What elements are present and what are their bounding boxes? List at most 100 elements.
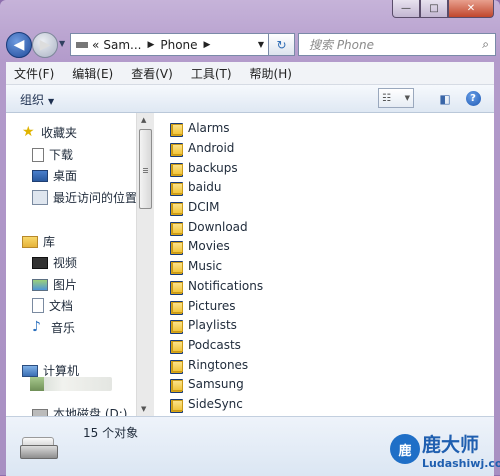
- nav-label: 最近访问的位置: [53, 191, 136, 205]
- list-item[interactable]: Ringtones: [170, 358, 249, 374]
- navigation-pane: ★收藏夹 下载 桌面 最近访问的位置 库 视频 图片 文档 ♪音乐 计算机: [6, 113, 136, 416]
- file-list: Alarms Android backups baidu DCIM Downlo…: [154, 113, 494, 416]
- list-item[interactable]: SideSync: [170, 397, 243, 413]
- item-count: 15 个对象: [83, 426, 139, 440]
- watermark-logo-icon: 鹿: [390, 434, 420, 464]
- folder-icon: [170, 240, 183, 255]
- folder-icon: [170, 221, 183, 236]
- nav-pictures[interactable]: 图片: [32, 276, 77, 293]
- back-button[interactable]: ◀: [6, 32, 32, 58]
- menu-view[interactable]: 查看(V): [131, 65, 173, 82]
- menu-tools[interactable]: 工具(T): [191, 65, 232, 82]
- computer-icon: [22, 364, 38, 377]
- list-item[interactable]: Android: [170, 141, 234, 157]
- list-item[interactable]: Podcasts: [170, 338, 241, 354]
- forward-button[interactable]: ▶: [32, 32, 58, 58]
- scroll-up-icon[interactable]: ▲: [141, 116, 146, 124]
- nav-scrollbar[interactable]: ▲ ▼: [136, 113, 154, 416]
- list-item[interactable]: DCIM: [170, 200, 220, 216]
- preview-pane-icon: ◧: [439, 92, 451, 106]
- file-name: Notifications: [188, 279, 264, 293]
- organize-label: 组织: [20, 93, 45, 107]
- refresh-button[interactable]: ↻: [268, 33, 295, 56]
- desktop-icon: [32, 169, 48, 182]
- window-controls: — □ ✕: [392, 0, 494, 18]
- list-item[interactable]: Music: [170, 259, 223, 275]
- drive-icon: [76, 41, 88, 48]
- breadcrumb-separator-icon[interactable]: ▶: [147, 40, 154, 50]
- nav-documents[interactable]: 文档: [32, 297, 73, 314]
- watermark-url: Ludashiwj.com: [422, 457, 500, 470]
- video-icon: [32, 256, 48, 269]
- list-item[interactable]: Playlists: [170, 318, 237, 334]
- folder-icon: [170, 398, 183, 413]
- close-button[interactable]: ✕: [448, 0, 494, 18]
- nav-videos[interactable]: 视频: [32, 254, 77, 271]
- folder-icon: [170, 122, 183, 137]
- folder-icon: [170, 359, 183, 374]
- file-name: backups: [188, 161, 238, 175]
- maximize-button[interactable]: □: [420, 0, 448, 18]
- list-item[interactable]: Notifications: [170, 279, 264, 295]
- folder-icon: [170, 280, 183, 295]
- nav-label: 视频: [53, 256, 78, 270]
- list-item[interactable]: Pictures: [170, 299, 236, 315]
- view-dropdown-icon[interactable]: ▼: [405, 94, 410, 102]
- file-name: Ringtones: [188, 358, 249, 372]
- preview-pane-button[interactable]: ◧: [432, 88, 458, 110]
- address-bar[interactable]: « Sam... ▶ Phone ▶ ▼: [70, 33, 271, 56]
- list-item[interactable]: Samsung: [170, 377, 244, 393]
- menu-edit[interactable]: 编辑(E): [72, 65, 113, 82]
- breadcrumb-samsung[interactable]: Sam...: [103, 38, 141, 52]
- list-item[interactable]: baidu: [170, 180, 222, 196]
- folder-icon: [170, 181, 183, 196]
- folder-icon: [170, 260, 183, 275]
- pictures-icon: [32, 278, 48, 291]
- list-item[interactable]: Alarms: [170, 121, 230, 137]
- documents-icon: [32, 298, 44, 313]
- address-row: ◀ ▶ ▼ « Sam... ▶ Phone ▶ ▼ ↻ 搜索 Phone ⌕: [6, 30, 496, 58]
- explorer-window: — □ ✕ ◀ ▶ ▼ « Sam... ▶ Phone ▶ ▼ ↻ 搜索 Ph…: [0, 0, 500, 476]
- breadcrumb-separator-icon[interactable]: ▶: [204, 40, 211, 50]
- search-input[interactable]: 搜索 Phone ⌕: [298, 33, 496, 56]
- breadcrumb-phone[interactable]: Phone: [160, 38, 197, 52]
- menu-help[interactable]: 帮助(H): [250, 65, 292, 82]
- file-name: Podcasts: [188, 338, 241, 352]
- list-item[interactable]: Movies: [170, 239, 230, 255]
- history-dropdown-icon[interactable]: ▼: [59, 39, 65, 48]
- help-button[interactable]: ?: [462, 88, 484, 108]
- list-item[interactable]: Download: [170, 220, 248, 236]
- menu-file[interactable]: 文件(F): [14, 65, 54, 82]
- grip-icon: [143, 168, 148, 169]
- folder-icon: [170, 319, 183, 334]
- folder-icon: [170, 300, 183, 315]
- nav-music[interactable]: ♪ 音乐: [32, 319, 75, 336]
- scroll-thumb[interactable]: [139, 129, 152, 209]
- search-icon[interactable]: ⌕: [482, 37, 489, 52]
- organize-button[interactable]: 组织 ▼: [20, 91, 54, 108]
- help-icon: ?: [465, 90, 481, 106]
- nav-label: 本地磁盘 (D:): [53, 407, 128, 416]
- file-name: Pictures: [188, 299, 236, 313]
- nav-label: 音乐: [51, 321, 76, 335]
- nav-label: 桌面: [53, 169, 78, 183]
- nav-libraries[interactable]: 库: [22, 233, 55, 250]
- nav-recent-places[interactable]: 最近访问的位置: [32, 189, 136, 206]
- watermark: 鹿 鹿大师 Ludashiwj.com: [386, 430, 500, 475]
- nav-label: 文档: [49, 299, 74, 313]
- minimize-button[interactable]: —: [392, 0, 420, 18]
- menu-bar: 文件(F) 编辑(E) 查看(V) 工具(T) 帮助(H): [6, 62, 494, 85]
- chevron-down-icon: ▼: [48, 97, 55, 106]
- nav-label: 库: [43, 235, 56, 249]
- nav-local-disk-d[interactable]: 本地磁盘 (D:): [32, 405, 127, 416]
- scroll-down-icon[interactable]: ▼: [141, 405, 146, 413]
- change-view-button[interactable]: ☷ ▼: [378, 88, 414, 108]
- breadcrumb-overflow[interactable]: «: [92, 38, 99, 52]
- list-item[interactable]: backups: [170, 161, 238, 177]
- address-dropdown-icon[interactable]: ▼: [258, 40, 264, 49]
- nav-favorites[interactable]: ★ 收藏夹: [22, 124, 77, 141]
- file-name: Music: [188, 259, 223, 273]
- nav-desktop[interactable]: 桌面: [32, 167, 77, 184]
- nav-downloads[interactable]: 下载: [32, 146, 73, 163]
- file-name: Alarms: [188, 121, 230, 135]
